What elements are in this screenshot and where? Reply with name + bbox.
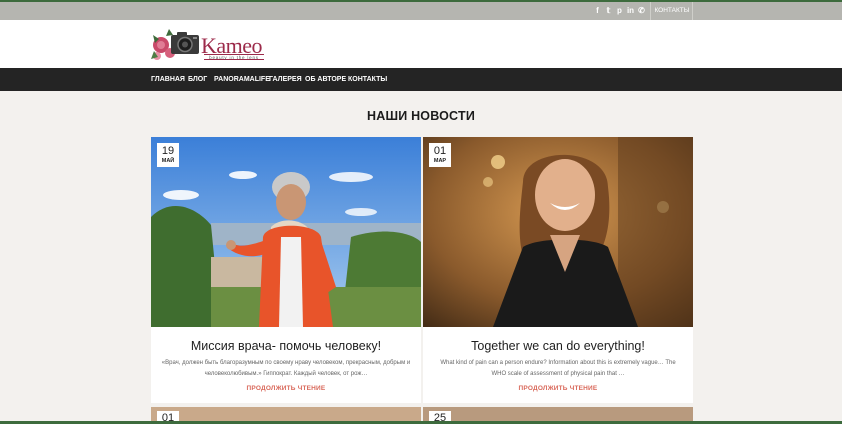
- logo-camera-icon: [151, 29, 199, 60]
- post-image[interactable]: 01 МАР: [423, 137, 693, 327]
- post-photo-woman: [423, 137, 693, 327]
- post-excerpt: «Врач, должен быть благоразумным по свое…: [161, 360, 411, 377]
- nav-item-about[interactable]: ОБ АВТОРЕ: [305, 68, 346, 91]
- pinterest-icon[interactable]: p: [615, 2, 624, 20]
- read-more-link[interactable]: ПРОДОЛЖИТЬ ЧТЕНИЕ: [151, 385, 421, 392]
- post-title[interactable]: Миссия врача- помочь человеку!: [151, 339, 421, 353]
- whatsapp-icon[interactable]: ✆: [637, 2, 646, 20]
- post-date-badge: 19 МАЙ: [157, 143, 179, 167]
- linkedin-icon[interactable]: in: [626, 2, 635, 20]
- post-date-day: 01: [433, 145, 447, 157]
- post-date-badge: 01 МАР: [429, 143, 451, 167]
- social-links: f 𝕥 p in ✆: [593, 2, 651, 20]
- post-date-day: 19: [161, 145, 175, 157]
- read-more-link[interactable]: ПРОДОЛЖИТЬ ЧТЕНИЕ: [423, 385, 693, 392]
- post-card: 01 МАР Together we can do everything! Wh…: [423, 137, 693, 403]
- nav-item-gallery[interactable]: ГАЛЕРЕЯ: [269, 68, 302, 91]
- facebook-icon[interactable]: f: [593, 2, 602, 20]
- site-logo[interactable]: Kameo beauty in the lens: [151, 23, 271, 63]
- post-title[interactable]: Together we can do everything!: [423, 339, 693, 353]
- post-photo-doctor: [151, 137, 421, 327]
- nav-item-blog[interactable]: БЛОГ: [188, 68, 207, 91]
- nav-item-home[interactable]: ГЛАВНАЯ: [151, 68, 185, 91]
- section-title: НАШИ НОВОСТИ: [367, 109, 475, 123]
- topbar-contacts-link[interactable]: КОНТАКТЫ: [652, 2, 693, 20]
- nav-item-contacts[interactable]: КОНТАКТЫ: [348, 68, 387, 91]
- logo-tagline: beauty in the lens: [204, 54, 264, 60]
- post-date-month: МАР: [433, 158, 447, 164]
- post-excerpt: What kind of pain can a person endure? I…: [440, 360, 676, 377]
- twitter-icon[interactable]: 𝕥: [604, 2, 613, 20]
- top-bar: f 𝕥 p in ✆ КОНТАКТЫ: [0, 2, 842, 20]
- nav-item-panoramalife[interactable]: PANORAMALIFE: [214, 68, 270, 91]
- post-image[interactable]: 19 МАЙ: [151, 137, 421, 327]
- post-date-month: МАЙ: [161, 158, 175, 164]
- site-header: Kameo beauty in the lens: [0, 20, 842, 68]
- post-card: 19 МАЙ Миссия врача- помочь человеку! «В…: [151, 137, 421, 403]
- main-nav: ГЛАВНАЯ БЛОГ PANORAMALIFE ГАЛЕРЕЯ ОБ АВТ…: [0, 68, 842, 91]
